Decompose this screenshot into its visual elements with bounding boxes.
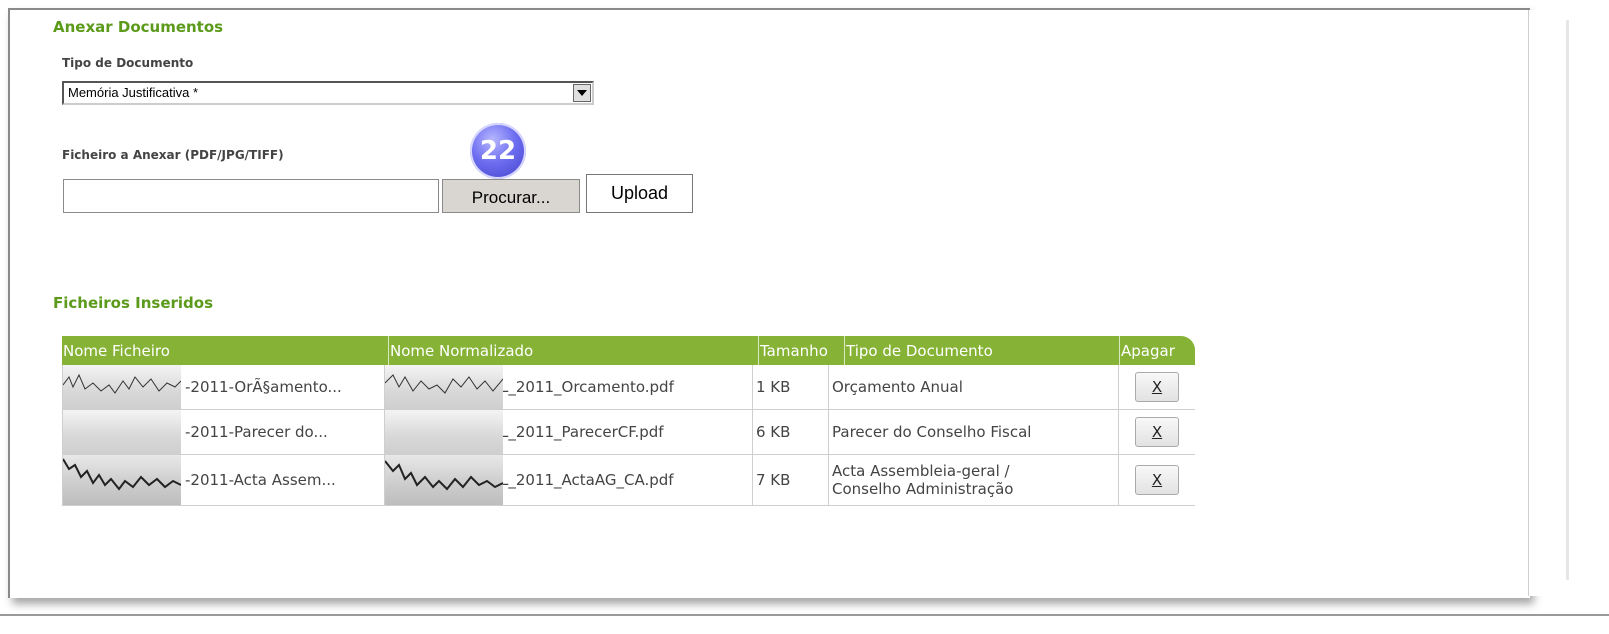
redacted-thumbnail <box>385 365 503 409</box>
file-name-text: -2011-Parecer do... <box>185 423 328 441</box>
normalized-name-text: L_2011_Orcamento.pdf <box>500 378 674 396</box>
doc-type-cell: Parecer do Conselho Fiscal <box>828 410 1118 454</box>
redacted-thumbnail <box>385 410 503 454</box>
section-title-ficheiros: Ficheiros Inseridos <box>53 294 213 312</box>
table-row: -2011-OrÃ§amento... L_2011_Orcamento.pdf… <box>62 365 1195 410</box>
upload-button[interactable]: Upload <box>586 174 693 213</box>
redacted-thumbnail <box>63 455 181 505</box>
browse-button[interactable]: Procurar... <box>442 179 580 213</box>
size-cell: 1 KB <box>752 365 828 409</box>
file-name-cell: -2011-OrÃ§amento... <box>62 365 384 409</box>
doc-type-cell: Orçamento Anual <box>828 365 1118 409</box>
bottom-divider <box>0 614 1609 616</box>
col-header-tamanho: Tamanho <box>758 336 828 365</box>
doc-type-label: Tipo de Documento <box>62 56 194 70</box>
col-header-apagar: Apagar <box>1119 336 1175 365</box>
doc-type-select[interactable]: Memória Justificativa * <box>62 81 594 105</box>
delete-cell: X <box>1118 455 1195 505</box>
file-label: Ficheiro a Anexar (PDF/JPG/TIFF) <box>62 148 284 162</box>
col-header-nome-normalizado: Nome Normalizado <box>388 336 533 365</box>
chevron-down-icon[interactable] <box>573 84 591 102</box>
delete-cell: X <box>1118 365 1195 409</box>
file-name-cell: -2011-Acta Assem... <box>62 455 384 505</box>
size-cell: 7 KB <box>752 455 828 505</box>
normalized-name-cell: L_2011_ActaAG_CA.pdf <box>384 455 752 505</box>
redacted-thumbnail <box>63 410 181 454</box>
delete-button[interactable]: X <box>1135 372 1179 402</box>
files-table: Nome Ficheiro Nome Normalizado Tamanho T… <box>62 336 1195 506</box>
file-name-text: -2011-OrÃ§amento... <box>185 378 342 396</box>
file-path-input[interactable] <box>63 179 439 213</box>
normalized-name-text: L_2011_ParecerCF.pdf <box>500 423 664 441</box>
scrollbar-track[interactable] <box>1566 20 1569 580</box>
col-header-nome-ficheiro: Nome Ficheiro <box>63 342 170 360</box>
delete-button[interactable]: X <box>1135 417 1179 447</box>
doc-type-line-2: Conselho Administração <box>832 480 1014 498</box>
size-cell: 6 KB <box>752 410 828 454</box>
delete-button[interactable]: X <box>1135 465 1179 495</box>
col-header-tipo-documento: Tipo de Documento <box>844 336 993 365</box>
right-panel-edge <box>1528 10 1569 596</box>
file-name-cell: -2011-Parecer do... <box>62 410 384 454</box>
table-row: -2011-Parecer do... L_2011_ParecerCF.pdf… <box>62 410 1195 455</box>
step-badge: 22 <box>470 123 526 179</box>
redacted-thumbnail <box>385 455 503 505</box>
doc-type-cell: Acta Assembleia-geral / Conselho Adminis… <box>828 455 1118 505</box>
file-name-text: -2011-Acta Assem... <box>185 471 336 489</box>
section-title-anexar: Anexar Documentos <box>53 18 224 36</box>
table-header: Nome Ficheiro Nome Normalizado Tamanho T… <box>62 336 1195 365</box>
doc-type-line-1: Acta Assembleia-geral / <box>832 462 1010 480</box>
normalized-name-text: L_2011_ActaAG_CA.pdf <box>500 471 674 489</box>
delete-cell: X <box>1118 410 1195 454</box>
redacted-thumbnail <box>63 365 181 409</box>
table-row: -2011-Acta Assem... L_2011_ActaAG_CA.pdf… <box>62 455 1195 506</box>
normalized-name-cell: L_2011_ParecerCF.pdf <box>384 410 752 454</box>
normalized-name-cell: L_2011_Orcamento.pdf <box>384 365 752 409</box>
doc-type-selected-value: Memória Justificativa * <box>68 85 199 100</box>
